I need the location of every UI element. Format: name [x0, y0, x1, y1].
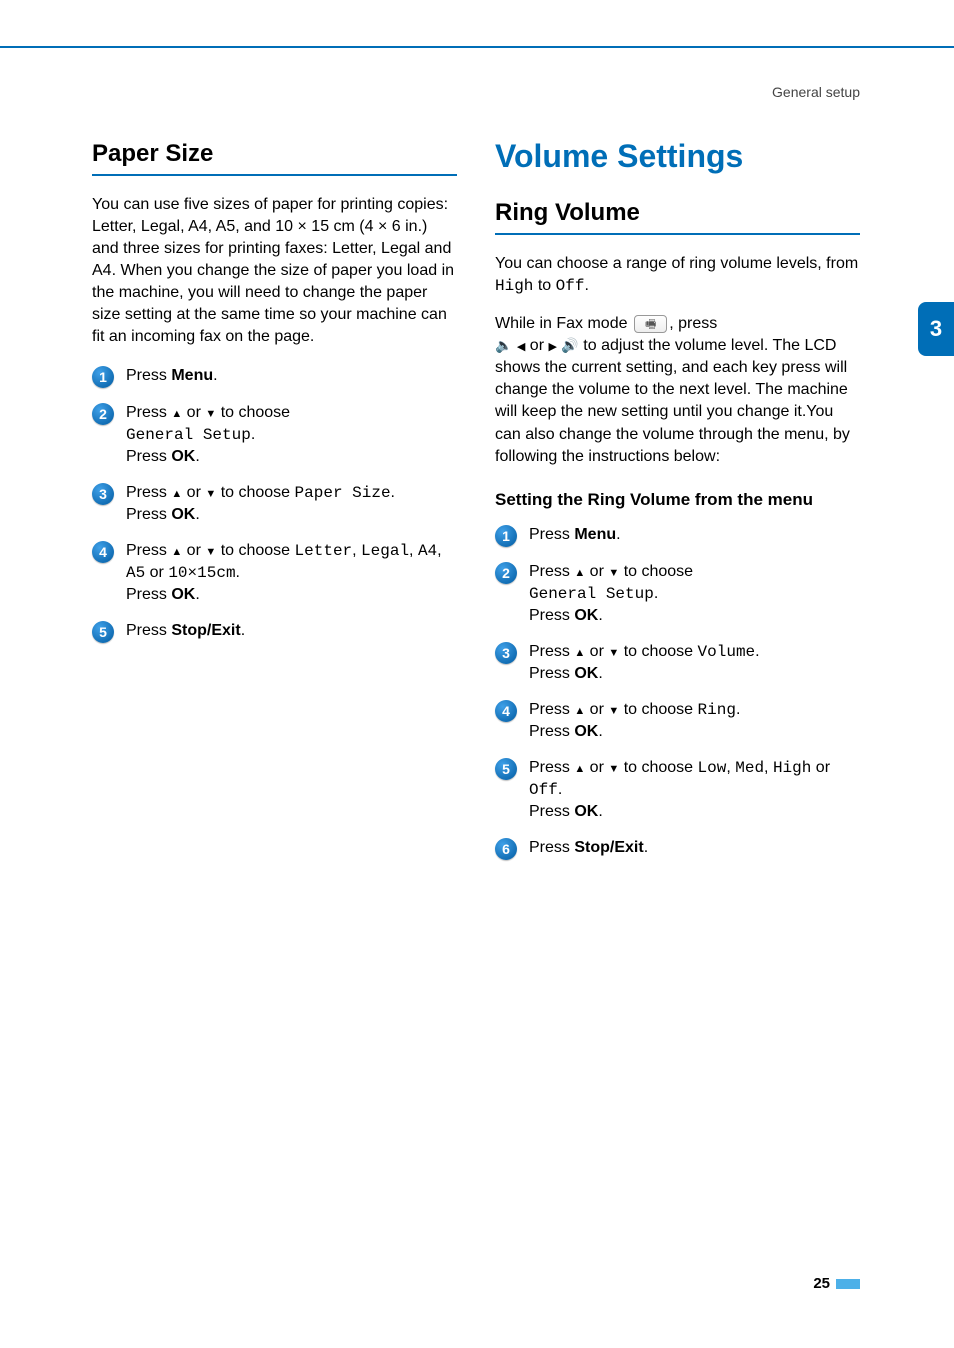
step-1: 1 Press Menu. — [92, 365, 457, 388]
up-arrow-icon — [171, 404, 182, 421]
step-3: 3 Press or to choose Paper Size. Press O… — [92, 482, 457, 526]
content-area: Paper Size You can use five sizes of pap… — [92, 140, 860, 874]
left-column: Paper Size You can use five sizes of pap… — [92, 140, 457, 874]
header-section: General setup — [772, 84, 860, 100]
down-arrow-icon — [608, 701, 619, 718]
step-bullet-icon: 1 — [495, 525, 517, 547]
step-text: Press or to choose General Setup. Press … — [529, 561, 693, 627]
up-arrow-icon — [574, 563, 585, 580]
step-3: 3 Press or to choose Volume. Press OK. — [495, 641, 860, 685]
step-bullet-icon: 5 — [92, 621, 114, 643]
down-arrow-icon — [205, 404, 216, 421]
step-5: 5 Press Stop/Exit. — [92, 620, 457, 643]
paper-size-steps: 1 Press Menu. 2 Press or to choose Gener… — [92, 365, 457, 644]
step-bullet-icon: 2 — [495, 562, 517, 584]
right-column: Volume Settings Ring Volume You can choo… — [495, 140, 860, 874]
step-2: 2 Press or to choose General Setup. Pres… — [495, 561, 860, 627]
ring-volume-detail: While in Fax mode 🖷, press 🔈 or 🔊 to adj… — [495, 313, 860, 468]
step-bullet-icon: 3 — [92, 483, 114, 505]
step-text: Press Stop/Exit. — [529, 837, 648, 859]
step-text: Press or to choose Letter, Legal, A4, A5… — [126, 540, 457, 606]
step-bullet-icon: 4 — [495, 700, 517, 722]
step-text: Press Menu. — [126, 365, 218, 387]
step-text: Press or to choose Low, Med, High or Off… — [529, 757, 860, 823]
step-text: Press or to choose Volume. Press OK. — [529, 641, 760, 685]
step-1: 1 Press Menu. — [495, 524, 860, 547]
volume-settings-heading: Volume Settings — [495, 138, 860, 175]
ring-volume-steps: 1 Press Menu. 2 Press or to choose Gener… — [495, 524, 860, 861]
ring-volume-intro: You can choose a range of ring volume le… — [495, 253, 860, 297]
paper-size-intro: You can use five sizes of paper for prin… — [92, 194, 457, 349]
speaker-low-icon: 🔈 — [495, 336, 512, 355]
step-text: Press Stop/Exit. — [126, 620, 245, 642]
step-4: 4 Press or to choose Ring. Press OK. — [495, 699, 860, 743]
step-text: Press Menu. — [529, 524, 621, 546]
up-arrow-icon — [574, 759, 585, 776]
step-text: Press or to choose General Setup. Press … — [126, 402, 290, 468]
chapter-tab: 3 — [918, 302, 954, 356]
top-rule — [0, 46, 954, 48]
ring-volume-heading: Ring Volume — [495, 199, 860, 235]
step-bullet-icon: 3 — [495, 642, 517, 664]
fax-mode-icon: 🖷 — [634, 315, 667, 333]
up-arrow-icon — [574, 643, 585, 660]
down-arrow-icon — [608, 563, 619, 580]
step-bullet-icon: 5 — [495, 758, 517, 780]
down-arrow-icon — [205, 542, 216, 559]
right-arrow-icon — [548, 337, 556, 354]
up-arrow-icon — [574, 701, 585, 718]
step-6: 6 Press Stop/Exit. — [495, 837, 860, 860]
step-text: Press or to choose Paper Size. Press OK. — [126, 482, 395, 526]
paper-size-heading: Paper Size — [92, 140, 457, 176]
step-text: Press or to choose Ring. Press OK. — [529, 699, 740, 743]
down-arrow-icon — [608, 759, 619, 776]
sub-heading: Setting the Ring Volume from the menu — [495, 490, 860, 510]
up-arrow-icon — [171, 484, 182, 501]
step-bullet-icon: 4 — [92, 541, 114, 563]
down-arrow-icon — [205, 484, 216, 501]
speaker-high-icon: 🔊 — [561, 336, 578, 355]
step-5: 5 Press or to choose Low, Med, High or O… — [495, 757, 860, 823]
step-bullet-icon: 1 — [92, 366, 114, 388]
step-bullet-icon: 2 — [92, 403, 114, 425]
step-4: 4 Press or to choose Letter, Legal, A4, … — [92, 540, 457, 606]
up-arrow-icon — [171, 542, 182, 559]
page-number: 25 — [813, 1275, 860, 1292]
step-2: 2 Press or to choose General Setup. Pres… — [92, 402, 457, 468]
step-bullet-icon: 6 — [495, 838, 517, 860]
down-arrow-icon — [608, 643, 619, 660]
